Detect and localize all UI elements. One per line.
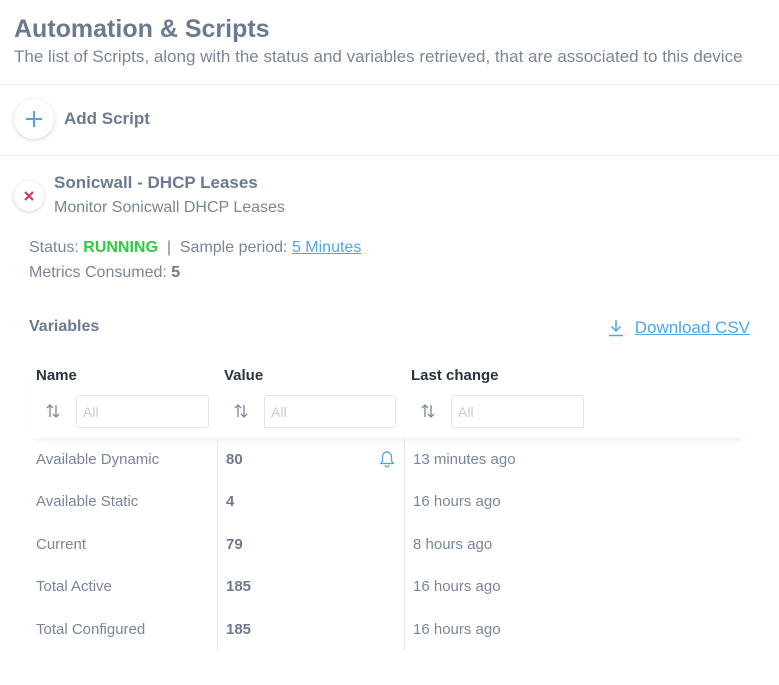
table-row: Available Dynamic 80 13 minutes ago	[29, 438, 749, 481]
table-body: Available Dynamic 80 13 minutes ago Avai…	[29, 438, 749, 651]
column-header-name[interactable]: Name	[36, 367, 77, 384]
download-csv-button[interactable]: Download CSV	[607, 318, 750, 338]
column-header-value[interactable]: Value	[224, 367, 263, 384]
divider	[0, 155, 779, 156]
cell-value: 4	[217, 480, 404, 523]
page-subtitle: The list of Scripts, along with the stat…	[14, 47, 743, 66]
table-row: Total Active 185 16 hours ago	[29, 565, 749, 608]
table-row: Total Configured 185 16 hours ago	[29, 608, 749, 651]
cell-last-change: 8 hours ago	[404, 523, 749, 566]
download-csv-link[interactable]: Download CSV	[635, 318, 750, 338]
plus-icon	[26, 111, 42, 127]
status-badge: RUNNING	[83, 239, 158, 256]
last-change-filter-input[interactable]	[451, 395, 584, 428]
download-icon	[608, 320, 623, 337]
cell-name: Total Active	[36, 578, 112, 596]
variables-table: Name Value Last change	[29, 358, 749, 651]
add-script-button[interactable]	[14, 99, 54, 139]
cell-name: Available Dynamic	[36, 450, 160, 468]
cell-value: 79	[217, 523, 404, 566]
remove-script-button[interactable]	[14, 181, 44, 211]
sort-icon[interactable]	[45, 403, 61, 419]
metrics-line: Metrics Consumed: 5	[29, 262, 180, 284]
column-header-last-change[interactable]: Last change	[411, 367, 499, 384]
status-label: Status:	[29, 239, 79, 256]
cell-name: Current	[36, 535, 87, 553]
bell-icon[interactable]	[378, 450, 396, 468]
status-separator: |	[166, 239, 171, 256]
script-card: Sonicwall - DHCP Leases Monitor Sonicwal…	[14, 172, 779, 219]
value-filter-input[interactable]	[264, 395, 396, 428]
close-icon	[24, 191, 34, 201]
status-line: Status: RUNNING | Sample period: 5 Minut…	[29, 237, 361, 259]
cell-last-change: 16 hours ago	[404, 608, 749, 651]
cell-name: Total Configured	[36, 620, 146, 638]
name-filter-input[interactable]	[76, 395, 209, 428]
sort-icon[interactable]	[233, 403, 249, 419]
variables-title: Variables	[29, 318, 100, 335]
cell-value: 185	[217, 608, 404, 651]
cell-value-text: 80	[226, 450, 243, 468]
page-header: Automation & Scripts The list of Scripts…	[14, 14, 779, 68]
metrics-label: Metrics Consumed:	[29, 264, 167, 281]
cell-last-change: 16 hours ago	[404, 480, 749, 523]
script-name: Sonicwall - DHCP Leases	[54, 173, 258, 192]
table-row: Available Static 4 16 hours ago	[29, 480, 749, 523]
sort-icon[interactable]	[420, 403, 436, 419]
add-script-row[interactable]: Add Script	[14, 99, 150, 139]
cell-last-change: 16 hours ago	[404, 565, 749, 608]
cell-value: 80	[217, 438, 404, 481]
divider	[0, 84, 779, 85]
add-script-label[interactable]: Add Script	[64, 109, 150, 129]
cell-last-change: 13 minutes ago	[404, 438, 749, 481]
table-header: Name Value Last change	[29, 358, 749, 438]
cell-value: 185	[217, 565, 404, 608]
table-row: Current 79 8 hours ago	[29, 523, 749, 566]
sample-period-link[interactable]: 5 Minutes	[292, 239, 361, 256]
page-title: Automation & Scripts	[14, 15, 270, 43]
script-description: Monitor Sonicwall DHCP Leases	[54, 199, 285, 216]
cell-name: Available Static	[36, 493, 139, 511]
sample-period-label: Sample period:	[179, 239, 288, 256]
metrics-value: 5	[171, 264, 181, 281]
